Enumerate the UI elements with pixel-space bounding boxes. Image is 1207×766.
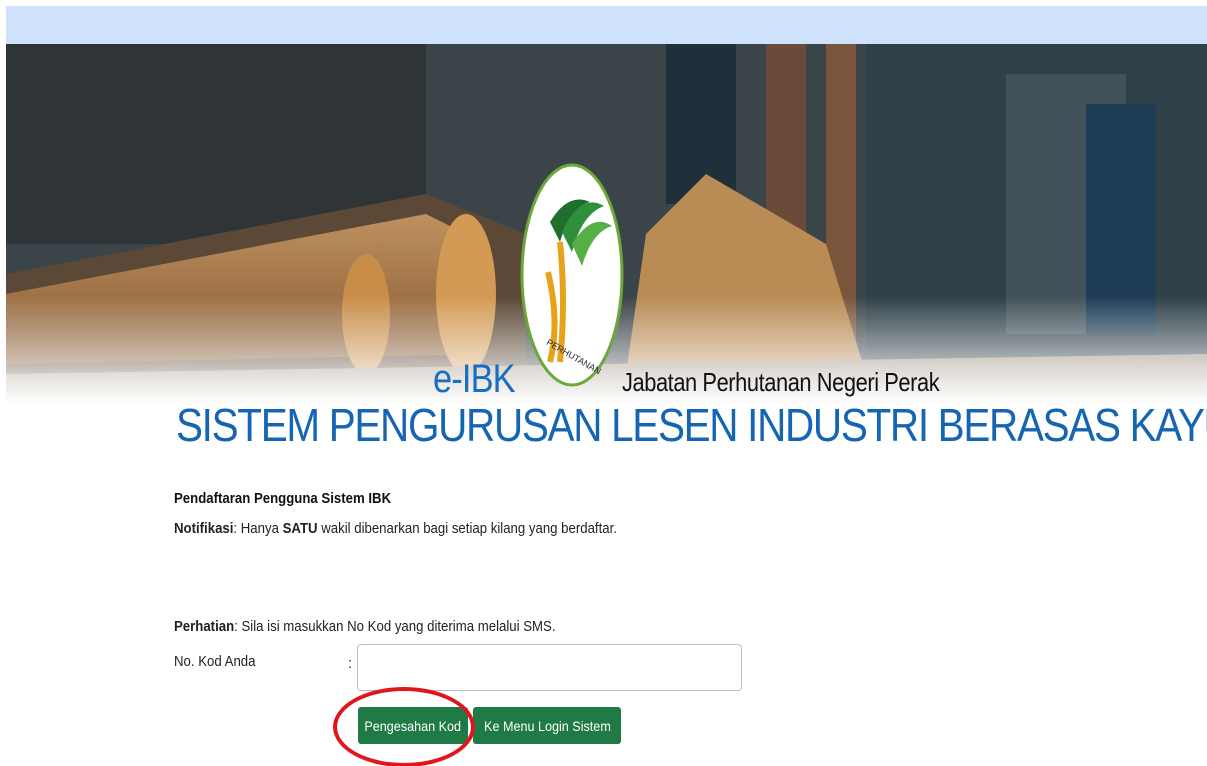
code-input[interactable] [357, 644, 742, 691]
notice-text: Perhatian: Sila isi masukkan No Kod yang… [174, 618, 555, 635]
notification-before: : Hanya [233, 520, 283, 537]
form-heading: Pendaftaran Pengguna Sistem IBK [174, 490, 392, 507]
code-field-separator: : [348, 655, 353, 672]
notification-emphasis: SATU [282, 520, 318, 537]
department-name: Jabatan Perhutanan Negeri Perak [622, 367, 940, 397]
app-short-name: e-IBK [433, 357, 516, 401]
confirm-code-button[interactable]: Pengesahan Kod [358, 707, 468, 744]
code-field-label: No. Kod Anda [174, 653, 256, 670]
notice-body: : Sila isi masukkan No Kod yang diterima… [234, 618, 556, 635]
notification-label: Notifikasi [174, 520, 234, 537]
top-strip [6, 6, 1207, 44]
system-title: SISTEM PENGURUSAN LESEN INDUSTRI BERASAS… [176, 399, 1207, 451]
login-menu-label: Ke Menu Login Sistem [483, 717, 611, 734]
notification-after: wakil dibenarkan bagi setiap kilang yang… [317, 520, 617, 537]
confirm-code-label: Pengesahan Kod [364, 717, 462, 734]
login-menu-button[interactable]: Ke Menu Login Sistem [473, 707, 621, 744]
notice-label: Perhatian [174, 618, 235, 635]
notification-text: Notifikasi: Hanya SATU wakil dibenarkan … [174, 520, 617, 537]
